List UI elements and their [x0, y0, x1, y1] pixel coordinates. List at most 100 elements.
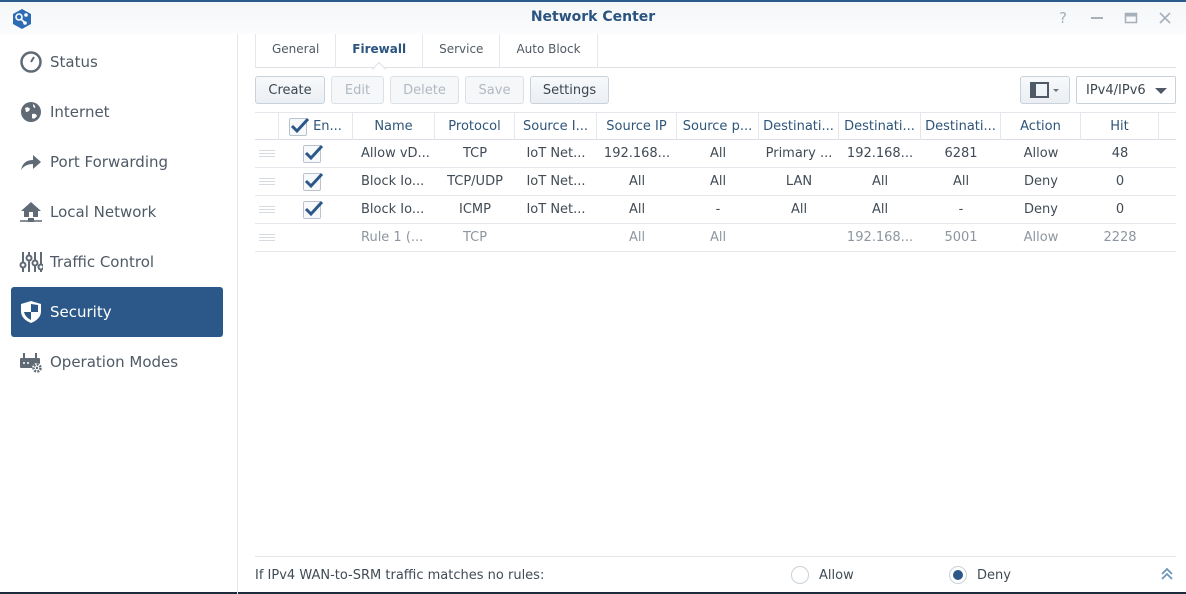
grid-header: En... Name Protocol Source I... Source IP Sou… — [255, 112, 1176, 140]
tab-firewall[interactable]: Firewall — [336, 34, 424, 68]
table-cell: Rule 1 (... — [361, 230, 424, 245]
drag-handle[interactable] — [255, 140, 279, 167]
table-cell: All — [952, 174, 970, 189]
home-network-icon — [19, 200, 43, 224]
collapse-button[interactable] — [1160, 567, 1174, 585]
allow-radio-label: Allow — [819, 567, 854, 583]
enabled-checkbox[interactable] — [303, 200, 324, 219]
drag-handle-icon — [259, 150, 275, 157]
table-cell: Primary ... — [765, 146, 833, 161]
sidebar-item-label: Internet — [50, 103, 110, 121]
network-center-window: Network Center ? Status Internet Port Fo… — [0, 0, 1186, 594]
delete-button[interactable]: Delete — [390, 76, 459, 104]
sidebar-item-operation-modes[interactable]: Operation Modes — [11, 337, 223, 387]
close-button[interactable] — [1154, 8, 1176, 28]
allow-radio[interactable] — [791, 566, 809, 584]
table-cell: IoT Net... — [526, 174, 586, 189]
sidebar-item-traffic-control[interactable]: Traffic Control — [11, 237, 223, 287]
table-row[interactable]: Block Io... ICMP IoT Net... All - All All - Deny… — [255, 196, 1176, 224]
column-header[interactable]: Source I... — [515, 113, 597, 140]
drag-handle[interactable] — [255, 168, 279, 195]
table-cell: - — [715, 202, 721, 217]
sidebar-item-security[interactable]: Security — [11, 287, 223, 337]
sidebar-item-local-network[interactable]: Local Network — [11, 187, 223, 237]
sidebar-item-internet[interactable]: Internet — [11, 87, 223, 137]
drag-handle[interactable] — [255, 224, 279, 251]
settings-button[interactable]: Settings — [530, 76, 609, 104]
close-icon — [1159, 12, 1171, 24]
column-header-enabled[interactable]: En... — [279, 113, 353, 140]
column-header[interactable]: Protocol — [435, 113, 515, 140]
sidebar-item-port-forwarding[interactable]: Port Forwarding — [11, 137, 223, 187]
sidebar-item-label: Operation Modes — [50, 353, 179, 371]
forward-arrow-icon — [19, 150, 43, 174]
edit-button[interactable]: Edit — [331, 76, 384, 104]
column-header[interactable]: Destinati... — [839, 113, 921, 140]
table-cell: Deny — [1024, 174, 1058, 189]
allow-radio-option[interactable]: Allow — [791, 566, 854, 584]
select-all-checkbox[interactable] — [289, 117, 310, 136]
tab-general[interactable]: General — [255, 34, 337, 68]
drag-handle-icon — [259, 234, 275, 241]
help-button[interactable]: ? — [1052, 8, 1074, 28]
maximize-icon — [1124, 12, 1138, 24]
maximize-button[interactable] — [1120, 8, 1142, 28]
sidebar-item-label: Port Forwarding — [50, 153, 169, 171]
column-header[interactable]: Destinati... — [759, 113, 839, 140]
deny-radio-label: Deny — [977, 567, 1011, 583]
ip-version-select[interactable]: IPv4/IPv6 — [1076, 76, 1176, 104]
table-cell: All — [628, 174, 646, 189]
table-cell: Block Io... — [361, 174, 425, 189]
table-cell: 48 — [1111, 146, 1129, 161]
column-view-button[interactable] — [1020, 76, 1070, 104]
deny-radio[interactable] — [949, 566, 967, 584]
table-cell: 192.168... — [603, 146, 671, 161]
column-header[interactable]: Action — [1001, 113, 1081, 140]
minimize-button[interactable] — [1086, 8, 1108, 28]
table-row[interactable]: Rule 1 (... TCP All All 192.168... 5001 Allow 2… — [255, 224, 1176, 252]
column-header-label: En... — [313, 119, 342, 134]
tab-service[interactable]: Service — [423, 34, 501, 68]
column-header[interactable]: Hit — [1081, 113, 1159, 140]
deny-radio-option[interactable]: Deny — [949, 566, 1011, 584]
drag-handle[interactable] — [255, 196, 279, 223]
enabled-checkbox[interactable] — [303, 144, 324, 163]
enabled-checkbox[interactable] — [303, 172, 324, 191]
minimize-icon — [1091, 17, 1103, 19]
column-header[interactable]: Name — [353, 113, 435, 140]
toolbar: Create Edit Delete Save Settings IPv4/IP… — [255, 76, 1176, 104]
table-cell: Allow — [1023, 230, 1059, 245]
enabled-cell — [279, 224, 353, 251]
drag-handle-icon — [259, 206, 275, 213]
window-title: Network Center — [530, 9, 656, 25]
table-cell: All — [709, 146, 727, 161]
table-cell: TCP/UDP — [447, 174, 503, 189]
save-button[interactable]: Save — [465, 76, 524, 104]
create-button[interactable]: Create — [255, 76, 325, 104]
sidebar-item-label: Traffic Control — [50, 253, 155, 271]
table-cell: 192.168... — [846, 146, 914, 161]
column-header[interactable]: Source p... — [677, 113, 759, 140]
table-cell: IoT Net... — [526, 202, 586, 217]
column-header[interactable]: Destinati... — [921, 113, 1001, 140]
enabled-cell — [279, 168, 353, 195]
sidebar-item-status[interactable]: Status — [11, 37, 223, 87]
drag-column-header — [255, 113, 279, 140]
table-cell: 5001 — [944, 230, 978, 245]
table-cell: TCP — [462, 146, 488, 161]
help-icon: ? — [1059, 9, 1067, 27]
table-cell: All — [709, 174, 727, 189]
table-cell: 2228 — [1103, 230, 1137, 245]
drag-handle-icon — [259, 178, 275, 185]
chevron-down-icon — [1155, 88, 1167, 94]
table-cell: Allow — [1023, 146, 1059, 161]
column-header[interactable]: Source IP — [597, 113, 677, 140]
tab-auto-block[interactable]: Auto Block — [500, 34, 598, 68]
table-row[interactable]: Allow vD... TCP IoT Net... 192.168... All Pri… — [255, 140, 1176, 168]
table-cell: IoT Net... — [526, 146, 586, 161]
table-row[interactable]: Block Io... TCP/UDP IoT Net... All All LAN All… — [255, 168, 1176, 196]
title-bar: Network Center ? — [0, 2, 1186, 34]
table-cell: All — [628, 230, 646, 245]
router-gear-icon — [19, 350, 43, 374]
enabled-cell — [279, 196, 353, 223]
